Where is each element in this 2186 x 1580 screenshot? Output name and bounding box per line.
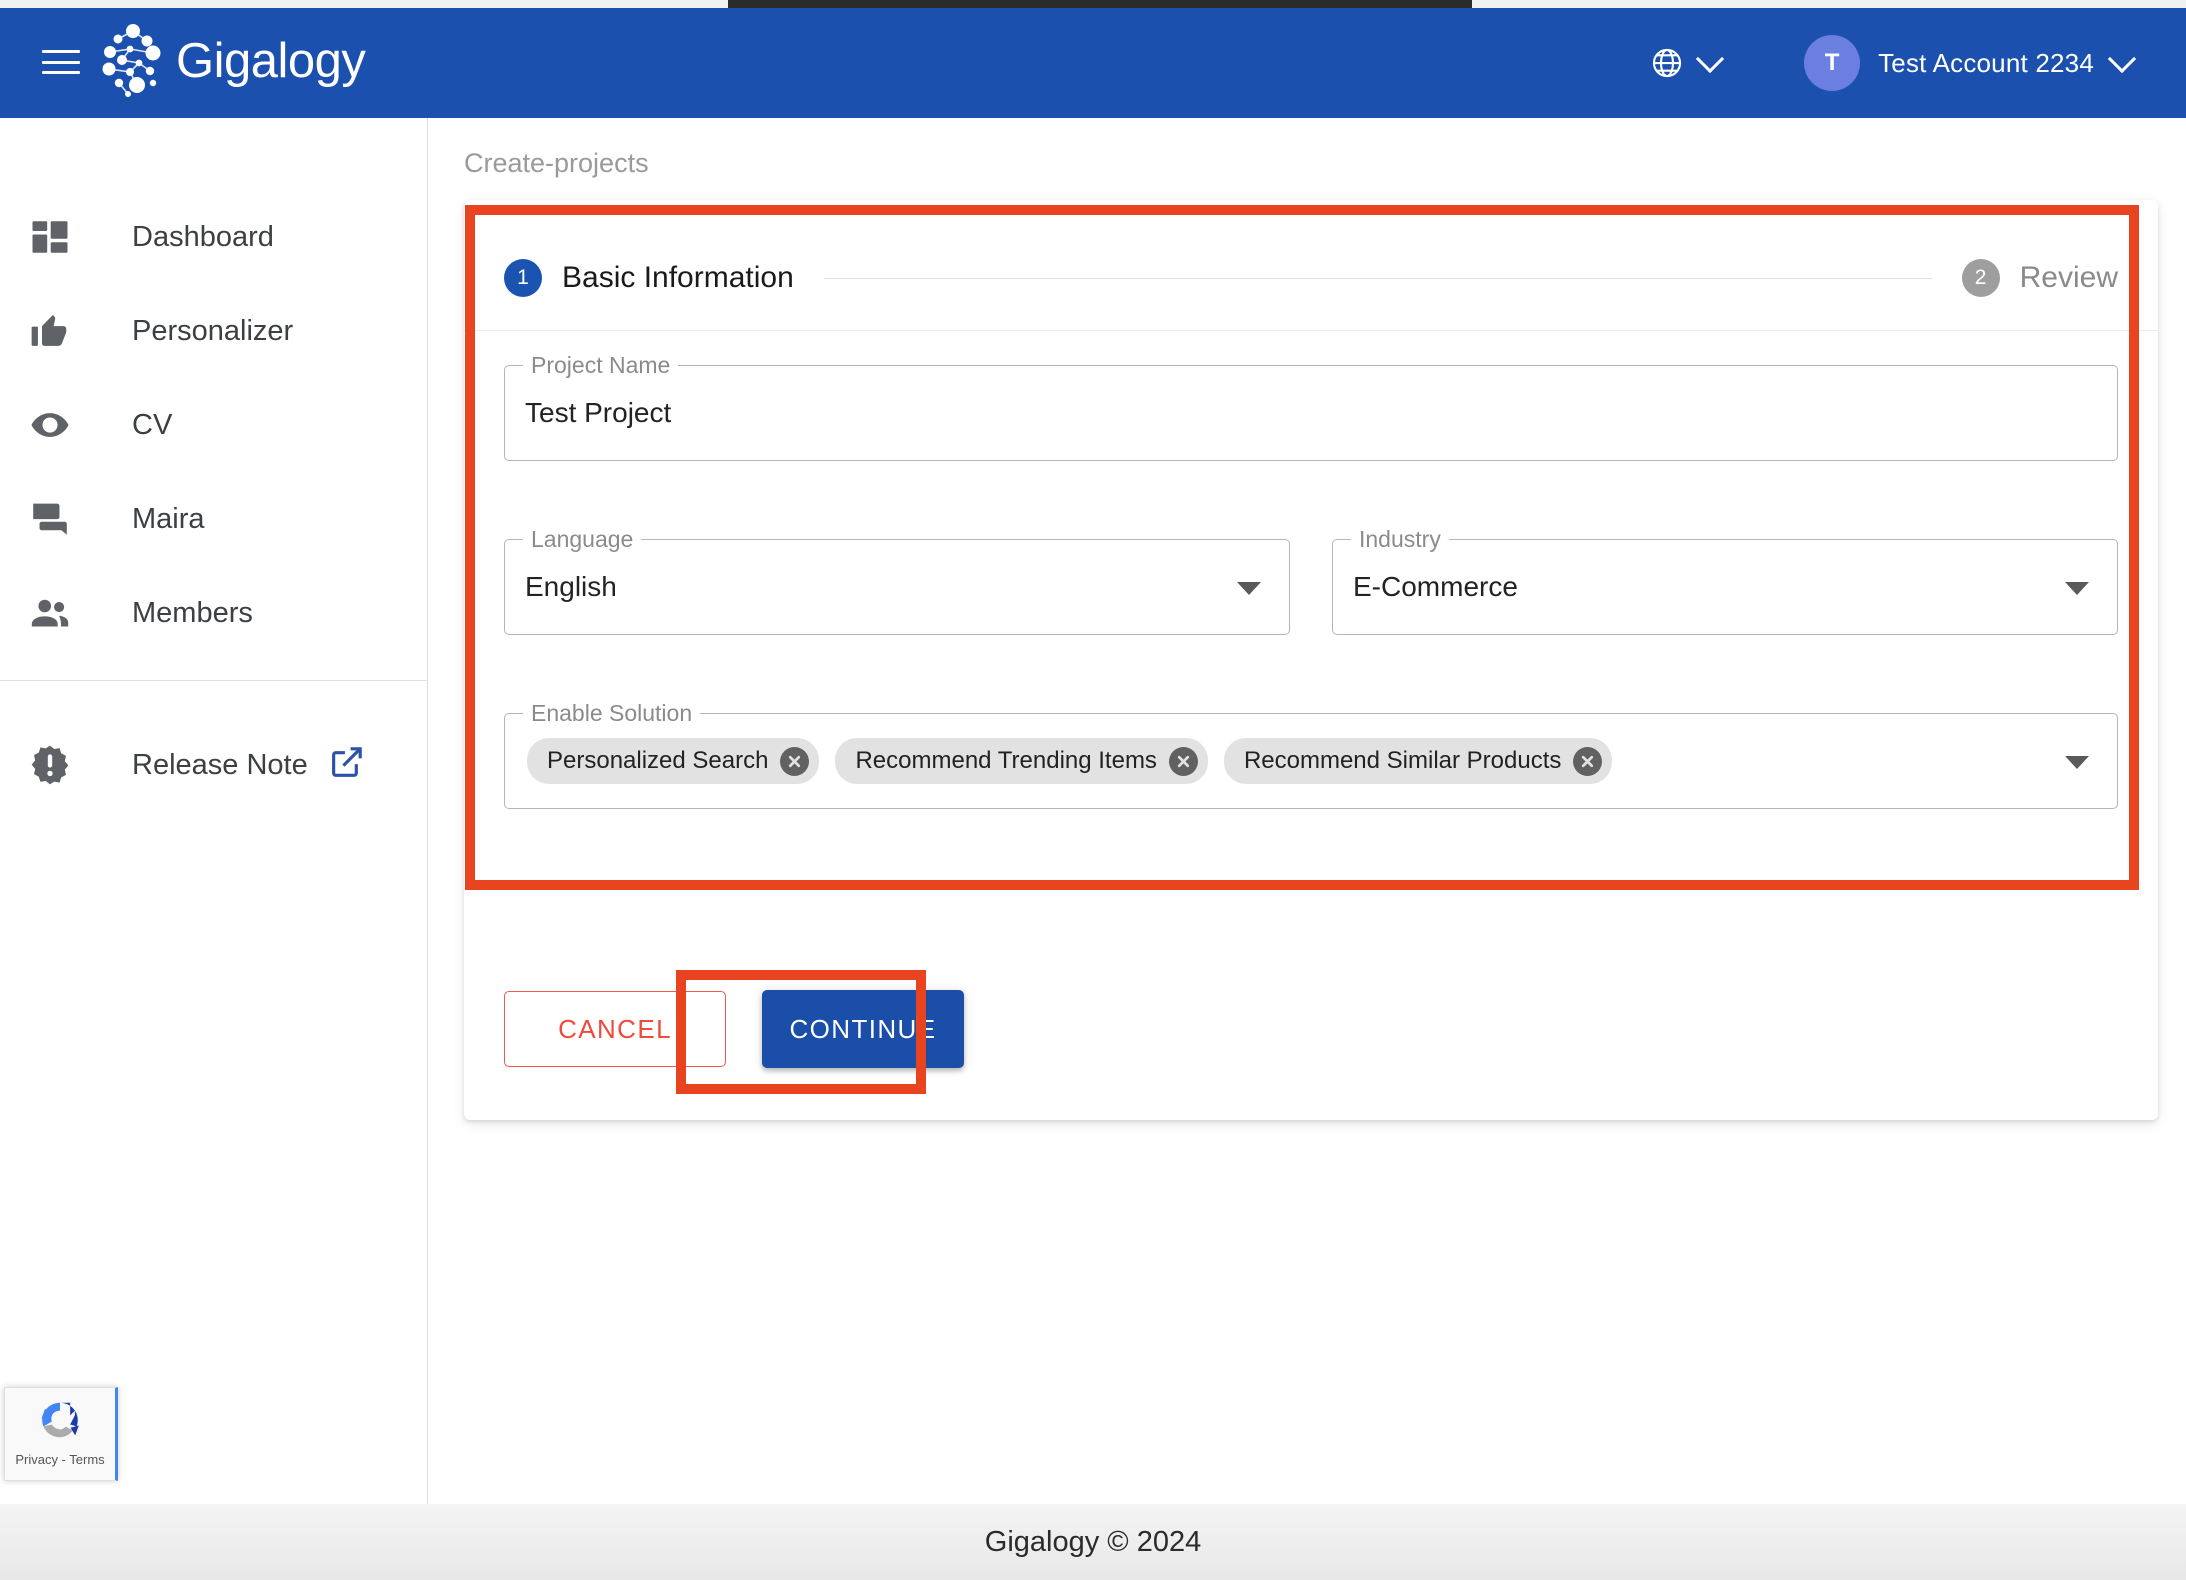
browser-edge-right <box>1472 0 2186 8</box>
browser-top-edge <box>0 0 2186 8</box>
brand-name: Gigalogy <box>176 34 366 88</box>
eye-icon <box>20 401 80 449</box>
enable-solution-chips: Personalized Search Recommend Trending I… <box>505 714 2117 808</box>
enable-solution-select[interactable]: Enable Solution Personalized Search Reco… <box>504 700 2118 809</box>
hamburger-menu-icon[interactable] <box>42 46 80 78</box>
language-selector[interactable] <box>1636 40 1734 86</box>
sidebar-item-personalizer[interactable]: Personalizer <box>0 284 427 378</box>
sidebar-item-dashboard[interactable]: Dashboard <box>0 190 427 284</box>
dropdown-triangle-icon[interactable] <box>1237 582 1261 595</box>
account-menu[interactable]: T Test Account 2234 <box>1778 29 2146 97</box>
recaptcha-badge[interactable]: Privacy - Terms <box>4 1387 118 1481</box>
language-industry-row: Language English Industry E-Commerce <box>504 526 2118 635</box>
footer-copyright: Gigalogy © 2024 <box>984 1525 1202 1558</box>
account-name: Test Account 2234 <box>1878 47 2094 78</box>
create-project-card: 1 Basic Information 2 Review Project Nam… <box>464 200 2158 1120</box>
chip-delete-icon[interactable] <box>780 746 810 776</box>
thumbs-up-icon <box>20 307 80 355</box>
sidebar-item-cv[interactable]: CV <box>0 378 427 472</box>
main-content: Create-projects 1 Basic Information 2 Re… <box>428 118 2186 1504</box>
sidebar-primary-nav: Dashboard Personalizer CV Maira Members <box>0 190 427 660</box>
step-label: Basic Information <box>562 261 794 294</box>
sidebar-item-label: Maira <box>132 502 205 535</box>
step-number-badge: 1 <box>504 259 542 297</box>
sidebar-item-label: Dashboard <box>132 220 274 253</box>
app-header: Gigalogy T Test Account 2234 <box>0 8 2186 118</box>
dashboard-grid-icon <box>20 213 80 261</box>
language-select[interactable]: Language English <box>504 526 1290 635</box>
step-review[interactable]: 2 Review <box>1961 259 2118 297</box>
sidebar-divider <box>0 680 427 681</box>
stepper-connector-line <box>823 277 1932 279</box>
brand-logo[interactable]: Gigalogy <box>100 22 366 100</box>
solution-chip[interactable]: Recommend Trending Items <box>835 738 1208 784</box>
app-screen: Gigalogy T Test Account 2234 Dashboard P… <box>0 0 2186 1580</box>
chevron-down-icon <box>1695 44 1725 74</box>
recaptcha-privacy-terms[interactable]: Privacy - Terms <box>15 1452 104 1467</box>
sidebar-secondary-nav: Release Note <box>0 718 427 812</box>
warning-badge-icon <box>20 741 80 789</box>
solution-chip[interactable]: Personalized Search <box>527 738 820 784</box>
sidebar-item-members[interactable]: Members <box>0 566 427 660</box>
breadcrumb: Create-projects <box>464 148 649 178</box>
chip-delete-icon[interactable] <box>1573 746 1603 776</box>
sidebar-item-maira[interactable]: Maira <box>0 472 427 566</box>
avatar: T <box>1804 35 1861 91</box>
hamburger-bar <box>42 60 80 64</box>
form-actions: CANCEL CONTINUE <box>504 990 964 1068</box>
hamburger-bar <box>42 71 80 74</box>
step-number-badge: 2 <box>1961 259 2000 297</box>
recaptcha-logo-icon <box>41 1402 79 1438</box>
gigalogy-network-logo-icon <box>102 24 161 97</box>
chevron-down-icon <box>2107 44 2137 74</box>
globe-icon <box>1653 48 1682 78</box>
basic-information-form: Project Name Test Project Language Engli… <box>504 352 2118 809</box>
sidebar-item-release-note[interactable]: Release Note <box>0 718 427 812</box>
external-link-icon[interactable] <box>329 744 365 780</box>
industry-value: E-Commerce <box>1353 571 1518 602</box>
dropdown-triangle-icon[interactable] <box>2065 756 2089 769</box>
people-group-icon <box>20 589 80 637</box>
chip-label: Recommend Trending Items <box>855 747 1157 774</box>
language-value: English <box>525 571 617 602</box>
chip-delete-icon[interactable] <box>1168 746 1198 776</box>
sidebar-item-label: Personalizer <box>132 314 294 347</box>
enable-solution-label: Enable Solution <box>523 700 701 726</box>
footer: Gigalogy © 2024 <box>0 1504 2186 1580</box>
project-name-value: Test Project <box>525 397 672 428</box>
step-label: Review <box>2019 261 2118 294</box>
continue-button[interactable]: CONTINUE <box>762 990 964 1068</box>
cancel-button[interactable]: CANCEL <box>504 991 726 1067</box>
project-name-field[interactable]: Project Name Test Project <box>504 352 2118 461</box>
header-right-controls: T Test Account 2234 <box>1636 8 2146 118</box>
dropdown-triangle-icon[interactable] <box>2065 582 2089 595</box>
solution-chip[interactable]: Recommend Similar Products <box>1223 738 1613 784</box>
step-basic-information[interactable]: 1 Basic Information <box>504 259 794 297</box>
sidebar: Dashboard Personalizer CV Maira Members … <box>0 118 428 1504</box>
sidebar-item-label: Release Note <box>132 748 308 781</box>
browser-edge-left <box>0 0 728 8</box>
chip-label: Personalized Search <box>547 747 769 774</box>
chat-bubbles-icon <box>20 495 80 543</box>
stepper-bottom-rule <box>464 330 2158 331</box>
sidebar-item-label: Members <box>132 596 253 629</box>
hamburger-bar <box>42 50 80 53</box>
stepper: 1 Basic Information 2 Review <box>504 248 2118 308</box>
sidebar-item-label: CV <box>132 408 173 441</box>
chip-label: Recommend Similar Products <box>1243 747 1562 774</box>
industry-select[interactable]: Industry E-Commerce <box>1332 526 2118 635</box>
